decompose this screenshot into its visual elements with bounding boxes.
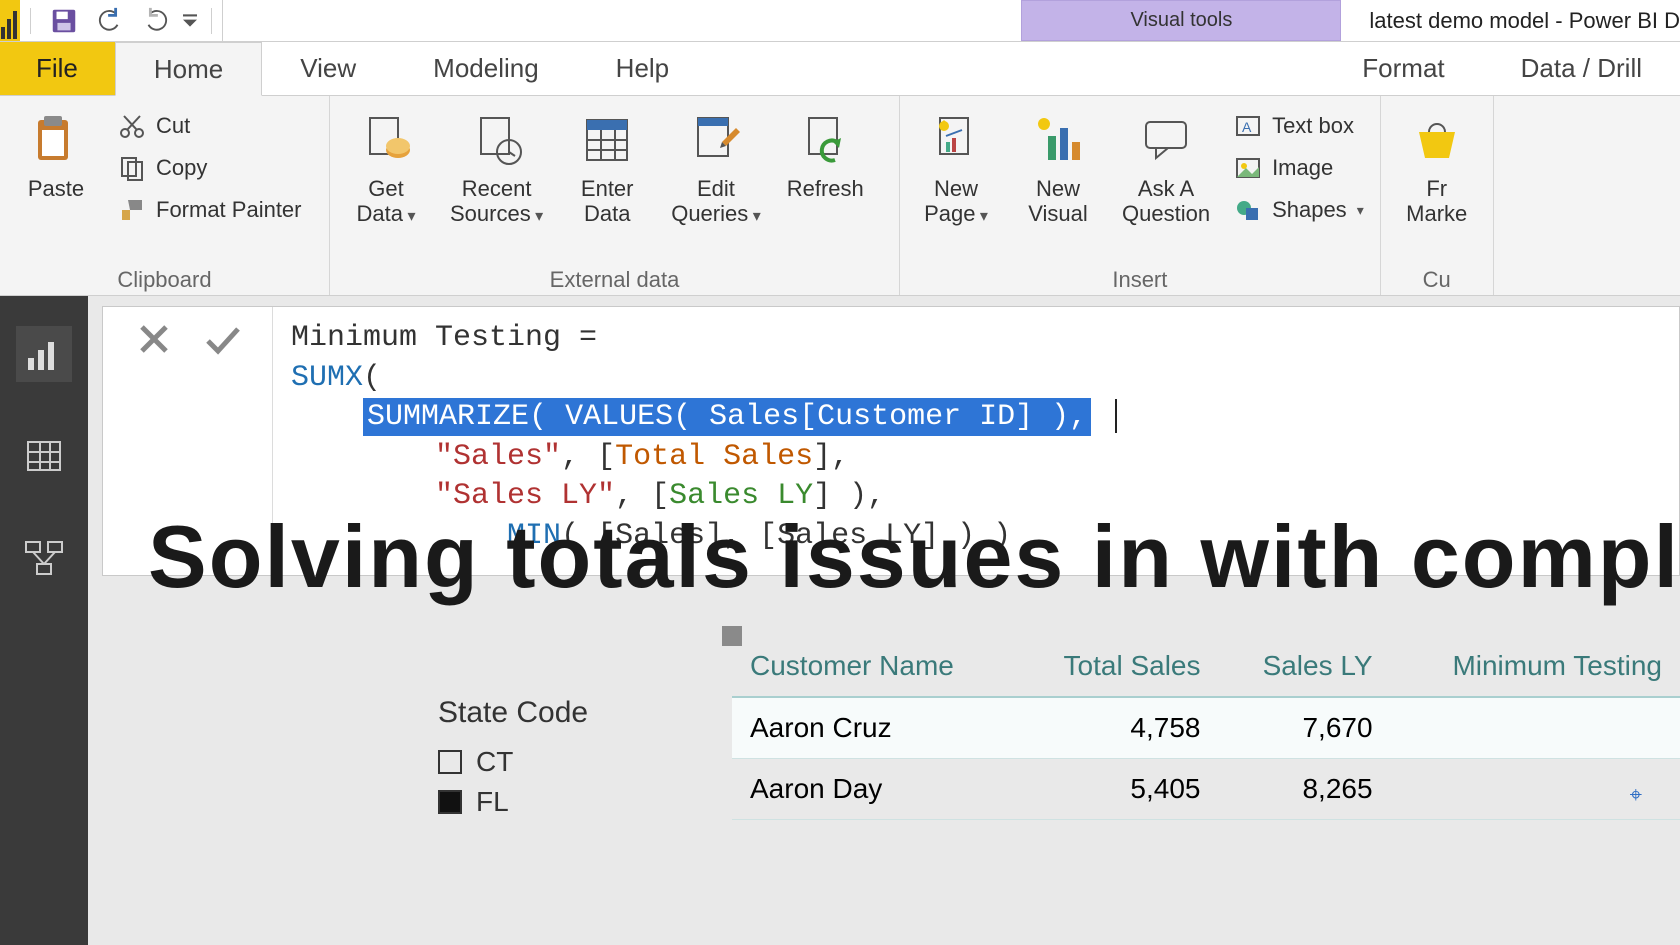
paste-label: Paste (28, 176, 84, 201)
format-painter-button[interactable]: Format Painter (112, 192, 308, 228)
shapes-label: Shapes (1272, 197, 1347, 223)
save-button[interactable] (41, 0, 87, 41)
copy-button[interactable]: Copy (112, 150, 308, 186)
refresh-label: Refresh (787, 176, 864, 201)
slicer-opt2-label: FL (476, 786, 509, 818)
paintbrush-icon (118, 196, 146, 224)
col-sales-ly[interactable]: Sales LY (1219, 636, 1391, 697)
ribbon: Paste Cut Copy Format Painter Clipboard (0, 96, 1680, 296)
cut-button[interactable]: Cut (112, 108, 308, 144)
image-icon (1234, 154, 1262, 182)
from-marketplace-button[interactable]: Fr Marke (1391, 102, 1483, 263)
slicer-option-ct[interactable]: CT (438, 746, 588, 778)
get-data-label: Get Data (357, 176, 416, 227)
formula-line1: Minimum Testing = (291, 321, 615, 355)
format-painter-label: Format Painter (156, 197, 302, 223)
copy-icon (118, 154, 146, 182)
ask-question-label: Ask A Question (1122, 176, 1210, 227)
new-page-button[interactable]: New Page (910, 102, 1002, 263)
enter-data-icon (579, 112, 635, 168)
group-insert-label: Insert (910, 263, 1370, 293)
recent-sources-icon (469, 112, 525, 168)
image-button[interactable]: Image (1228, 150, 1370, 186)
text-box-label: Text box (1272, 113, 1354, 139)
window-title: latest demo model - Power BI D (1341, 0, 1680, 41)
table-row[interactable]: Aaron Day 5,405 8,265 (732, 759, 1680, 820)
redo-button[interactable] (133, 0, 179, 41)
svg-text:A: A (1242, 119, 1252, 135)
table-visual[interactable]: Customer Name Total Sales Sales LY Minim… (732, 636, 1680, 820)
group-custom-label: Cu (1391, 263, 1483, 293)
col-min-testing[interactable]: Minimum Testing (1391, 636, 1680, 697)
resize-handle-icon[interactable] (722, 626, 742, 646)
tab-home[interactable]: Home (115, 42, 262, 96)
tab-format[interactable]: Format (1324, 42, 1482, 95)
formula-sumx: SUMX (291, 361, 363, 395)
undo-button[interactable] (87, 0, 133, 41)
get-data-button[interactable]: Get Data (340, 102, 432, 263)
slicer-opt1-label: CT (476, 746, 513, 778)
image-label: Image (1272, 155, 1333, 181)
tab-modeling[interactable]: Modeling (395, 42, 578, 95)
copy-label: Copy (156, 155, 207, 181)
get-data-icon (358, 112, 414, 168)
new-visual-label: New Visual (1028, 176, 1088, 227)
edit-queries-icon (688, 112, 744, 168)
recent-sources-button[interactable]: Recent Sources (442, 102, 551, 263)
col-customer-name[interactable]: Customer Name (732, 636, 1015, 697)
data-view-button[interactable] (16, 428, 72, 484)
refresh-button[interactable]: Refresh (779, 102, 872, 263)
ask-question-button[interactable]: Ask A Question (1114, 102, 1218, 263)
state-code-slicer[interactable]: State Code CT FL (438, 696, 588, 826)
recent-sources-label: Recent Sources (450, 176, 543, 227)
shapes-icon (1234, 196, 1262, 224)
table-row[interactable]: Aaron Cruz 4,758 7,670 (732, 697, 1680, 759)
contextual-tab-header: Visual tools (1021, 0, 1341, 41)
new-visual-icon (1030, 112, 1086, 168)
checkbox-icon[interactable] (438, 750, 462, 774)
model-view-button[interactable] (16, 530, 72, 586)
col-total-sales[interactable]: Total Sales (1015, 636, 1219, 697)
speech-bubble-icon (1138, 112, 1194, 168)
text-caret (1115, 399, 1117, 433)
scissors-icon (118, 112, 146, 140)
enter-data-label: Enter Data (581, 176, 634, 227)
cut-label: Cut (156, 113, 190, 139)
from-marketplace-label: Fr Marke (1406, 176, 1467, 227)
tab-view[interactable]: View (262, 42, 395, 95)
slicer-title: State Code (438, 696, 588, 730)
edit-queries-button[interactable]: Edit Queries (663, 102, 769, 263)
app-logo-icon (0, 0, 20, 41)
formula-bar[interactable]: Minimum Testing = SUMX( SUMMARIZE( VALUE… (102, 306, 1680, 576)
text-box-button[interactable]: A Text box (1228, 108, 1370, 144)
group-clipboard-label: Clipboard (10, 263, 319, 293)
qat-dropdown-icon[interactable] (179, 14, 201, 28)
formula-cancel-button[interactable] (134, 319, 174, 359)
checkbox-checked-icon[interactable] (438, 790, 462, 814)
formula-editor[interactable]: Minimum Testing = SUMX( SUMMARIZE( VALUE… (273, 307, 1679, 575)
tab-data-drill[interactable]: Data / Drill (1483, 42, 1680, 95)
view-rail (0, 296, 88, 945)
edit-queries-label: Edit Queries (671, 176, 761, 227)
slicer-option-fl[interactable]: FL (438, 786, 588, 818)
filter-indicator-icon[interactable]: ⌖ (1630, 782, 1642, 808)
shapes-button[interactable]: Shapes (1228, 192, 1370, 228)
refresh-icon (797, 112, 853, 168)
report-view-button[interactable] (16, 326, 72, 382)
tab-help[interactable]: Help (578, 42, 708, 95)
paste-button[interactable]: Paste (10, 102, 102, 263)
tab-file[interactable]: File (0, 42, 115, 95)
text-box-icon: A (1234, 112, 1262, 140)
group-external-label: External data (340, 263, 889, 293)
marketplace-icon (1409, 112, 1465, 168)
new-visual-button[interactable]: New Visual (1012, 102, 1104, 263)
new-page-icon (928, 112, 984, 168)
enter-data-button[interactable]: Enter Data (561, 102, 653, 263)
new-page-label: New Page (924, 176, 988, 227)
formula-commit-button[interactable] (202, 319, 242, 359)
